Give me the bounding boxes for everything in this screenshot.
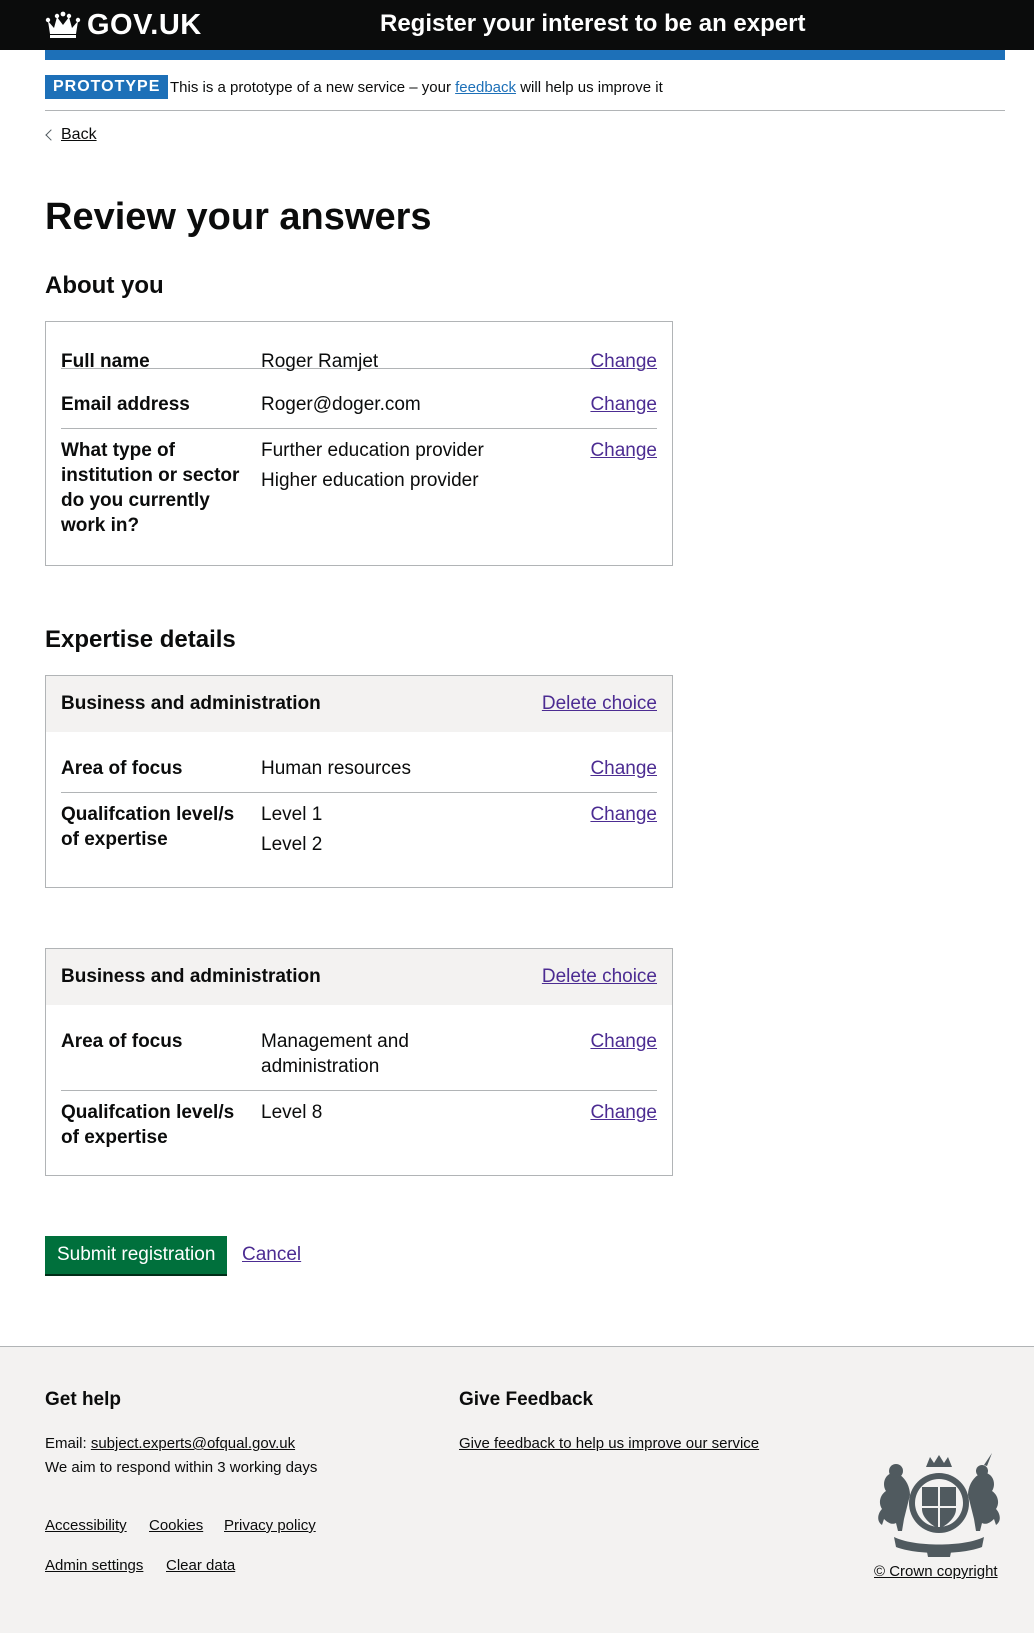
give-feedback-link[interactable]: Give feedback to help us improve our ser… [459,1435,759,1452]
value-line: Further education provider [261,440,484,461]
value-line: Roger@doger.com [261,394,421,415]
email-label: Email: [45,1435,91,1452]
summary-value: Level 8 [261,1100,501,1130]
value-line: Level 8 [261,1102,323,1123]
summary-row-institution: What type of institution or sector do yo… [61,429,657,549]
summary-key: What type of institution or sector do yo… [61,440,240,536]
site-footer: Get help Email: subject.experts@ofqual.g… [0,1346,1034,1633]
summary-key: Area of focus [61,758,183,779]
summary-key: Full name [61,351,150,372]
help-email-line: Email: subject.experts@ofqual.gov.uk [45,1435,295,1452]
value-line: Management and administration [261,1031,409,1077]
about-you-heading: About you [45,272,164,299]
change-full-name-link[interactable]: Change [590,349,657,374]
change-qualification-link[interactable]: Change [590,802,657,827]
logo-text: GOV.UK [87,8,202,41]
delete-choice-link[interactable]: Delete choice [542,966,657,988]
phase-tag: PROTOTYPE [45,75,169,99]
card-title-bar: Business and administration Delete choic… [46,676,672,732]
respond-text: We aim to respond within 3 working days [45,1459,318,1476]
change-qualification-link[interactable]: Change [590,1100,657,1125]
summary-value: Human resources [261,756,501,786]
expertise-heading: Expertise details [45,626,236,653]
summary-row-qualification: Qualifcation level/s of expertise Level … [61,1091,657,1171]
footer-link-privacy[interactable]: Privacy policy [224,1517,316,1534]
back-link-wrap: Back [45,126,97,144]
phase-banner-text: This is a prototype of a new service – y… [170,79,663,96]
about-you-card: Full name Roger Ramjet Change Email addr… [45,321,673,566]
value-line: Roger Ramjet [261,351,379,372]
summary-value: Management and administration [261,1029,461,1084]
phase-text-before: This is a prototype of a new service – y… [170,79,456,96]
change-area-link[interactable]: Change [590,1029,657,1054]
summary-value: Level 1 Level 2 [261,802,501,862]
card-title: Business and administration [61,966,321,987]
summary-row-qualification: Qualifcation level/s of expertise Level … [61,793,657,883]
footer-link-accessibility[interactable]: Accessibility [45,1517,127,1534]
delete-choice-link[interactable]: Delete choice [542,693,657,715]
footer-link-clear-data[interactable]: Clear data [166,1557,235,1574]
summary-key: Area of focus [61,1031,183,1052]
govuk-logo-link[interactable]: GOV.UK [45,8,202,42]
get-help-heading: Get help [45,1389,122,1410]
value-line: Higher education provider [261,470,479,491]
expertise-card: Business and administration Delete choic… [45,948,673,1176]
summary-value: Roger Ramjet [261,349,501,379]
summary-row-email: Email address Roger@doger.com Change [61,383,657,429]
value-line: Level 1 [261,804,323,825]
summary-value: Further education provider Higher educat… [261,438,501,498]
summary-row-area-of-focus: Area of focus Human resources Change [61,732,657,793]
summary-key: Qualifcation level/s of expertise [61,1102,235,1148]
expertise-card: Business and administration Delete choic… [45,675,673,888]
summary-row-area-of-focus: Area of focus Management and administrat… [61,1005,657,1091]
page-title: Review your answers [45,196,432,238]
crown-copyright-link[interactable]: © Crown copyright [874,1563,998,1580]
submit-registration-button[interactable]: Submit registration [45,1236,228,1274]
summary-value: Roger@doger.com [261,392,501,422]
give-feedback-heading: Give Feedback [459,1389,594,1410]
chevron-left-icon [45,129,57,141]
help-email-link[interactable]: subject.experts@ofqual.gov.uk [91,1435,295,1452]
header-blue-bar [45,50,1005,60]
value-line: Level 2 [261,834,323,855]
change-email-link[interactable]: Change [590,392,657,417]
crown-icon [45,11,81,38]
change-institution-link[interactable]: Change [590,438,657,463]
footer-link-cookies[interactable]: Cookies [149,1517,203,1534]
phase-text-after: will help us improve it [516,79,663,96]
cancel-link[interactable]: Cancel [242,1244,301,1266]
summary-key: Qualifcation level/s of expertise [61,804,235,850]
back-link[interactable]: Back [61,126,97,144]
summary-row-full-name: Full name Roger Ramjet Change [61,322,657,372]
value-line: Human resources [261,758,411,779]
card-title-bar: Business and administration Delete choic… [46,949,672,1005]
card-title: Business and administration [61,693,321,714]
site-header: GOV.UK Register your interest to be an e… [0,0,1034,50]
phase-banner: PROTOTYPE This is a prototype of a new s… [45,70,1005,111]
change-area-link[interactable]: Change [590,756,657,781]
feedback-link[interactable]: feedback [455,79,516,96]
royal-coat-of-arms-icon [878,1453,1000,1557]
service-name-link[interactable]: Register your interest to be an expert [380,10,805,38]
footer-link-admin-settings[interactable]: Admin settings [45,1557,143,1574]
summary-key: Email address [61,394,190,415]
